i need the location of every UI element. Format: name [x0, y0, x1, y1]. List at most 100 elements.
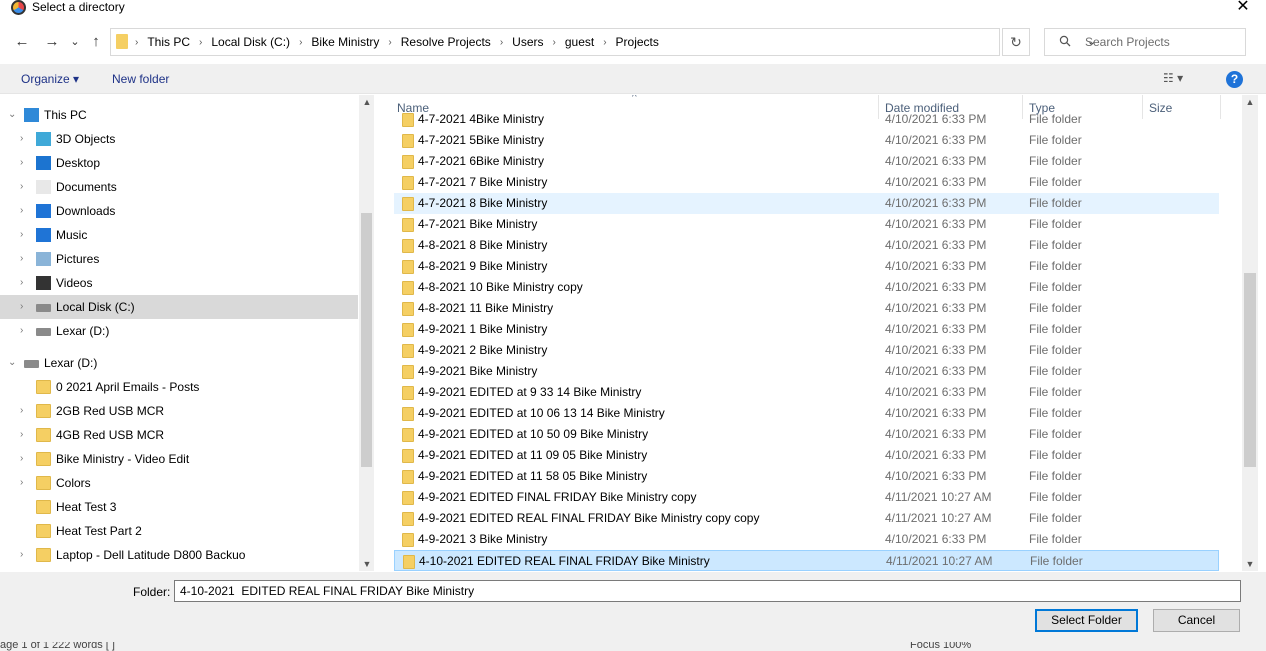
- search-input[interactable]: Search Projects: [1044, 28, 1246, 56]
- breadcrumb-item[interactable]: Users: [512, 35, 543, 50]
- file-row[interactable]: 4-8-2021 9 Bike Ministry 4/10/2021 6:33 P…: [394, 256, 1219, 277]
- file-row[interactable]: 4-7-2021 5Bike Ministry 4/10/2021 6:33 PM…: [394, 130, 1219, 151]
- title-bar: Select a directory ✕: [0, 0, 1266, 18]
- file-list-scroll-thumb[interactable]: [1244, 273, 1256, 467]
- sidebar-item[interactable]: › Music: [0, 223, 358, 247]
- chevron-icon[interactable]: ›: [20, 175, 23, 199]
- organize-button[interactable]: Organize ▾: [21, 72, 79, 86]
- close-button[interactable]: ✕: [1232, 0, 1254, 15]
- breadcrumb-item[interactable]: Projects: [616, 35, 659, 50]
- breadcrumb-separator-icon[interactable]: ›: [379, 35, 400, 50]
- sidebar-item[interactable]: › Documents: [0, 175, 358, 199]
- breadcrumb-separator-icon[interactable]: ›: [544, 35, 565, 50]
- file-date-modified: 4/10/2021 6:33 PM: [885, 532, 987, 546]
- sidebar-item[interactable]: › 3D Objects: [0, 127, 358, 151]
- sidebar-item[interactable]: › 4GB Red USB MCR: [0, 423, 358, 447]
- refresh-button[interactable]: ↻: [1002, 28, 1030, 56]
- sidebar-item[interactable]: 0 2021 April Emails - Posts: [0, 375, 358, 399]
- nav-scroll-thumb[interactable]: [361, 213, 372, 467]
- scroll-up-icon[interactable]: ▲: [1242, 97, 1258, 107]
- file-row[interactable]: 4-9-2021 2 Bike Ministry 4/10/2021 6:33 P…: [394, 340, 1219, 361]
- sidebar-item[interactable]: › Local Disk (C:): [0, 295, 358, 319]
- file-row[interactable]: 4-7-2021 4Bike Ministry 4/10/2021 6:33 PM…: [394, 109, 1219, 130]
- file-row[interactable]: 4-8-2021 8 Bike Ministry 4/10/2021 6:33 P…: [394, 235, 1219, 256]
- file-row[interactable]: 4-9-2021 EDITED at 9 33 14 Bike Ministry…: [394, 382, 1219, 403]
- chevron-icon[interactable]: ›: [20, 543, 23, 567]
- breadcrumb-item[interactable]: This PC: [147, 35, 190, 50]
- chevron-icon[interactable]: ›: [20, 223, 23, 247]
- sidebar-item-label: Desktop: [56, 156, 101, 170]
- file-date-modified: 4/10/2021 6:33 PM: [885, 133, 987, 147]
- breadcrumb-item[interactable]: Resolve Projects: [401, 35, 491, 50]
- chevron-icon[interactable]: ›: [20, 399, 23, 423]
- sidebar-item[interactable]: › Pictures: [0, 247, 358, 271]
- file-row[interactable]: 4-9-2021 EDITED REAL FINAL FRIDAY Bike M…: [394, 508, 1219, 529]
- sidebar-item[interactable]: Heat Test Part 2: [0, 519, 358, 543]
- breadcrumb-separator-icon[interactable]: ›: [190, 35, 211, 50]
- sidebar-item[interactable]: ⌄ This PC: [0, 103, 358, 127]
- chevron-icon[interactable]: ⌄: [8, 103, 16, 127]
- scroll-down-icon[interactable]: ▼: [359, 559, 375, 569]
- address-bar[interactable]: › This PC › Local Disk (C:) › Bike Ministry › R…: [110, 28, 1096, 56]
- sidebar-item[interactable]: › Videos: [0, 271, 358, 295]
- file-row[interactable]: 4-10-2021 EDITED REAL FINAL FRIDAY Bike …: [394, 550, 1219, 571]
- file-row[interactable]: 4-8-2021 11 Bike Ministry 4/10/2021 6:33 …: [394, 298, 1219, 319]
- new-folder-button[interactable]: New folder: [112, 72, 169, 86]
- sidebar-item[interactable]: ⌄ Lexar (D:): [0, 351, 358, 375]
- chevron-icon[interactable]: ›: [20, 151, 23, 175]
- help-button[interactable]: ?: [1226, 71, 1243, 88]
- up-button[interactable]: ↑: [86, 32, 106, 52]
- scroll-down-icon[interactable]: ▼: [1242, 559, 1258, 569]
- select-folder-button[interactable]: Select Folder: [1035, 609, 1138, 632]
- column-divider[interactable]: [1220, 95, 1221, 119]
- file-row[interactable]: 4-7-2021 8 Bike Ministry 4/10/2021 6:33 P…: [394, 193, 1219, 214]
- view-options-button[interactable]: ☷ ▾: [1163, 71, 1183, 85]
- file-row[interactable]: 4-9-2021 3 Bike Ministry 4/10/2021 6:33 P…: [394, 529, 1219, 550]
- chevron-icon[interactable]: ›: [20, 127, 23, 151]
- breadcrumb-separator-icon[interactable]: ›: [290, 35, 311, 50]
- file-row[interactable]: 4-8-2021 10 Bike Ministry copy 4/10/2021 …: [394, 277, 1219, 298]
- sidebar-item[interactable]: › Desktop: [0, 151, 358, 175]
- forward-button[interactable]: →: [42, 32, 62, 52]
- breadcrumb-item[interactable]: Bike Ministry: [311, 35, 379, 50]
- chevron-icon[interactable]: ›: [20, 319, 23, 343]
- chevron-icon[interactable]: ›: [20, 247, 23, 271]
- sidebar-item[interactable]: › Bike Ministry - Video Edit: [0, 447, 358, 471]
- chevron-icon[interactable]: ⌄: [8, 351, 16, 375]
- file-row[interactable]: 4-9-2021 EDITED FINAL FRIDAY Bike Minist…: [394, 487, 1219, 508]
- chevron-icon[interactable]: ›: [20, 295, 23, 319]
- breadcrumb-item[interactable]: Local Disk (C:): [211, 35, 290, 50]
- back-button[interactable]: ←: [12, 32, 32, 52]
- cancel-button[interactable]: Cancel: [1153, 609, 1240, 632]
- breadcrumb-separator-icon[interactable]: ›: [491, 35, 512, 50]
- chevron-icon[interactable]: ›: [20, 271, 23, 295]
- sidebar-item[interactable]: › Laptop - Dell Latitude D800 Backuo: [0, 543, 358, 567]
- file-row[interactable]: 4-9-2021 1 Bike Ministry 4/10/2021 6:33 P…: [394, 319, 1219, 340]
- chevron-icon[interactable]: ›: [20, 423, 23, 447]
- breadcrumb-separator-icon[interactable]: ›: [135, 35, 147, 50]
- sidebar-item[interactable]: › Downloads: [0, 199, 358, 223]
- file-row[interactable]: 4-9-2021 Bike Ministry 4/10/2021 6:33 PM F…: [394, 361, 1219, 382]
- chevron-icon[interactable]: ›: [20, 199, 23, 223]
- chevron-icon[interactable]: ›: [20, 447, 23, 471]
- scroll-up-icon[interactable]: ▲: [359, 97, 375, 107]
- sidebar-item[interactable]: › Colors: [0, 471, 358, 495]
- file-row[interactable]: 4-9-2021 EDITED at 10 06 13 14 Bike Mini…: [394, 403, 1219, 424]
- breadcrumb-item[interactable]: guest: [565, 35, 594, 50]
- folder-name-input[interactable]: [174, 580, 1241, 602]
- sidebar-item[interactable]: Heat Test 3: [0, 495, 358, 519]
- file-row[interactable]: 4-7-2021 6Bike Ministry 4/10/2021 6:33 PM…: [394, 151, 1219, 172]
- file-row[interactable]: 4-7-2021 Bike Ministry 4/10/2021 6:33 PM F…: [394, 214, 1219, 235]
- sidebar-item-label: 4GB Red USB MCR: [56, 428, 165, 442]
- sidebar-item[interactable]: › Lexar (D:): [0, 319, 358, 343]
- file-name: 4-7-2021 7 Bike Ministry: [418, 175, 548, 189]
- file-row[interactable]: 4-9-2021 EDITED at 10 50 09 Bike Ministr…: [394, 424, 1219, 445]
- recent-locations-button[interactable]: ⌄: [65, 32, 85, 52]
- file-date-modified: 4/10/2021 6:33 PM: [885, 448, 987, 462]
- file-row[interactable]: 4-9-2021 EDITED at 11 09 05 Bike Ministr…: [394, 445, 1219, 466]
- breadcrumb-separator-icon[interactable]: ›: [594, 35, 615, 50]
- file-row[interactable]: 4-9-2021 EDITED at 11 58 05 Bike Ministr…: [394, 466, 1219, 487]
- sidebar-item[interactable]: › 2GB Red USB MCR: [0, 399, 358, 423]
- chevron-icon[interactable]: ›: [20, 471, 23, 495]
- file-row[interactable]: 4-7-2021 7 Bike Ministry 4/10/2021 6:33 P…: [394, 172, 1219, 193]
